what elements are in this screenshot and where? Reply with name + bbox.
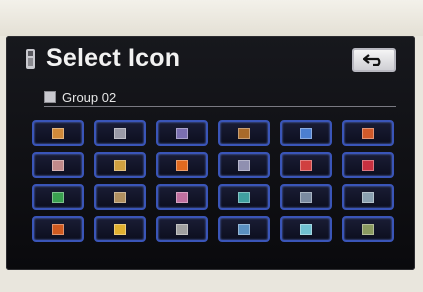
icon-option-button[interactable]: [280, 120, 332, 146]
icon-option-button[interactable]: [94, 152, 146, 178]
group-row: Group 02: [44, 89, 117, 105]
icon-option-swatch: [238, 191, 250, 203]
icon-option-swatch: [176, 159, 188, 171]
icon-option-button[interactable]: [156, 216, 208, 242]
icon-option-swatch: [238, 127, 250, 139]
group-icon: [44, 91, 56, 103]
icon-option-button[interactable]: [94, 216, 146, 242]
icon-option-swatch: [176, 127, 188, 139]
icon-option-swatch: [114, 159, 126, 171]
icon-option-button[interactable]: [156, 152, 208, 178]
icon-option-swatch: [52, 223, 64, 235]
icon-option-button[interactable]: [342, 120, 394, 146]
icon-option-button[interactable]: [218, 184, 270, 210]
icon-option-swatch: [362, 127, 374, 139]
icon-option-swatch: [300, 191, 312, 203]
icon-option-swatch: [238, 159, 250, 171]
icon-option-swatch: [176, 191, 188, 203]
icon-option-button[interactable]: [94, 120, 146, 146]
icon-option-swatch: [52, 191, 64, 203]
icon-option-button[interactable]: [94, 184, 146, 210]
icon-option-button[interactable]: [280, 152, 332, 178]
icon-grid: [32, 120, 400, 242]
page-title: Select Icon: [46, 44, 181, 72]
group-divider: [44, 106, 396, 107]
icon-option-swatch: [300, 223, 312, 235]
icon-option-button[interactable]: [218, 120, 270, 146]
icon-option-button[interactable]: [156, 184, 208, 210]
icon-option-swatch: [52, 159, 64, 171]
icon-option-button[interactable]: [218, 216, 270, 242]
icon-option-button[interactable]: [32, 120, 84, 146]
icon-option-swatch: [238, 223, 250, 235]
back-button[interactable]: [352, 48, 396, 72]
icon-option-button[interactable]: [342, 184, 394, 210]
return-arrow-icon: [363, 54, 381, 66]
icon-option-button[interactable]: [280, 184, 332, 210]
icon-option-button[interactable]: [32, 216, 84, 242]
icon-option-swatch: [176, 223, 188, 235]
icon-option-button[interactable]: [280, 216, 332, 242]
icon-option-swatch: [52, 127, 64, 139]
phone-handset-icon: [26, 49, 35, 69]
icon-option-swatch: [114, 127, 126, 139]
icon-option-button[interactable]: [32, 184, 84, 210]
group-label: Group 02: [62, 89, 117, 105]
icon-option-button[interactable]: [156, 120, 208, 146]
icon-option-swatch: [300, 159, 312, 171]
icon-option-swatch: [114, 223, 126, 235]
icon-option-button[interactable]: [342, 152, 394, 178]
icon-option-swatch: [362, 159, 374, 171]
icon-option-swatch: [362, 191, 374, 203]
icon-option-swatch: [300, 127, 312, 139]
icon-option-button[interactable]: [32, 152, 84, 178]
screen-content: Select Icon Group 02: [0, 0, 423, 292]
icon-option-swatch: [362, 223, 374, 235]
icon-option-swatch: [114, 191, 126, 203]
icon-option-button[interactable]: [218, 152, 270, 178]
icon-option-button[interactable]: [342, 216, 394, 242]
